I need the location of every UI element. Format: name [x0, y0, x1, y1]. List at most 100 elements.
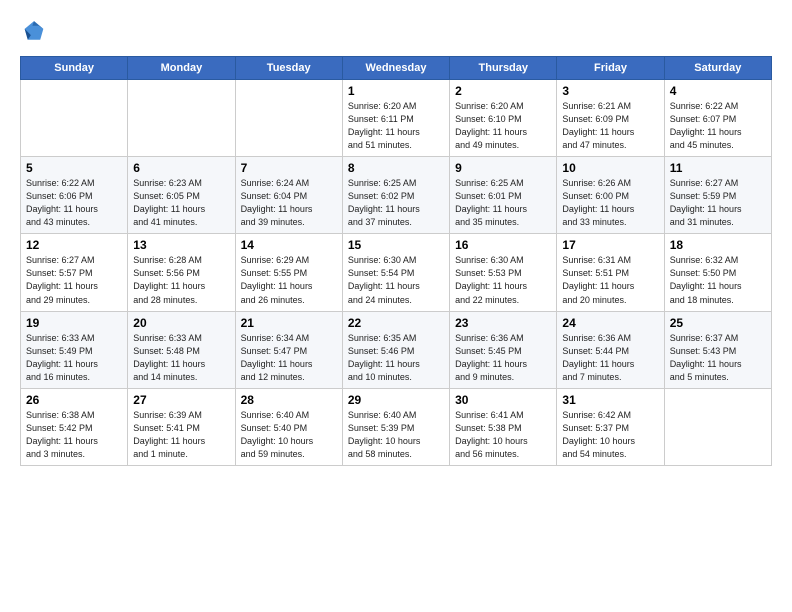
calendar-cell: 21Sunrise: 6:34 AM Sunset: 5:47 PM Dayli…: [235, 311, 342, 388]
day-info: Sunrise: 6:36 AM Sunset: 5:44 PM Dayligh…: [562, 332, 658, 384]
day-number: 6: [133, 161, 229, 175]
logo: [20, 18, 52, 46]
day-info: Sunrise: 6:24 AM Sunset: 6:04 PM Dayligh…: [241, 177, 337, 229]
calendar-cell: 6 Sunrise: 6:23 AM Sunset: 6:05 PM Daylig…: [128, 157, 235, 234]
day-number: 11: [670, 161, 766, 175]
calendar-cell: 17Sunrise: 6:31 AM Sunset: 5:51 PM Dayli…: [557, 234, 664, 311]
calendar-cell: 23Sunrise: 6:36 AM Sunset: 5:45 PM Dayli…: [450, 311, 557, 388]
calendar-cell: 22 Sunrise: 6:35 AM Sunset: 5:46 PM Dayli…: [342, 311, 449, 388]
day-number: 13: [133, 238, 229, 252]
day-info: Sunrise: 6:29 AM Sunset: 5:55 PM Dayligh…: [241, 254, 337, 306]
day-info: Sunrise: 6:30 AM Sunset: 5:54 PM Dayligh…: [348, 254, 444, 306]
day-info: Sunrise: 6:42 AM Sunset: 5:37 PM Dayligh…: [562, 409, 658, 461]
calendar-week-2: 5Sunrise: 6:22 AM Sunset: 6:06 PM Daylig…: [21, 157, 772, 234]
calendar-cell: 14Sunrise: 6:29 AM Sunset: 5:55 PM Dayli…: [235, 234, 342, 311]
day-number: 25: [670, 316, 766, 330]
day-info: Sunrise: 6:40 AM Sunset: 5:40 PM Dayligh…: [241, 409, 337, 461]
day-info: Sunrise: 6:33 AM Sunset: 5:48 PM Dayligh…: [133, 332, 229, 384]
weekday-header-wednesday: Wednesday: [342, 57, 449, 80]
calendar-cell: 7 Sunrise: 6:24 AM Sunset: 6:04 PM Daylig…: [235, 157, 342, 234]
weekday-header-monday: Monday: [128, 57, 235, 80]
header: [20, 18, 772, 46]
calendar-cell: 4 Sunrise: 6:22 AM Sunset: 6:07 PM Daylig…: [664, 80, 771, 157]
day-number: 7: [241, 161, 337, 175]
day-info: Sunrise: 6:32 AM Sunset: 5:50 PM Dayligh…: [670, 254, 766, 306]
calendar-cell: 9 Sunrise: 6:25 AM Sunset: 6:01 PM Daylig…: [450, 157, 557, 234]
calendar-cell: 1Sunrise: 6:20 AM Sunset: 6:11 PM Daylig…: [342, 80, 449, 157]
day-number: 29: [348, 393, 444, 407]
day-number: 5: [26, 161, 122, 175]
day-number: 10: [562, 161, 658, 175]
day-number: 9: [455, 161, 551, 175]
day-info: Sunrise: 6:36 AM Sunset: 5:45 PM Dayligh…: [455, 332, 551, 384]
calendar-cell: 28 Sunrise: 6:40 AM Sunset: 5:40 PM Dayli…: [235, 388, 342, 465]
day-number: 8: [348, 161, 444, 175]
calendar-table: SundayMondayTuesdayWednesdayThursdayFrid…: [20, 56, 772, 466]
day-number: 26: [26, 393, 122, 407]
day-number: 2: [455, 84, 551, 98]
weekday-header-saturday: Saturday: [664, 57, 771, 80]
calendar-cell: 24 Sunrise: 6:36 AM Sunset: 5:44 PM Dayli…: [557, 311, 664, 388]
day-number: 17: [562, 238, 658, 252]
day-info: Sunrise: 6:38 AM Sunset: 5:42 PM Dayligh…: [26, 409, 122, 461]
day-info: Sunrise: 6:27 AM Sunset: 5:59 PM Dayligh…: [670, 177, 766, 229]
weekday-header-tuesday: Tuesday: [235, 57, 342, 80]
calendar-cell: 29 Sunrise: 6:40 AM Sunset: 5:39 PM Dayli…: [342, 388, 449, 465]
calendar-cell: 2 Sunrise: 6:20 AM Sunset: 6:10 PM Daylig…: [450, 80, 557, 157]
day-info: Sunrise: 6:26 AM Sunset: 6:00 PM Dayligh…: [562, 177, 658, 229]
day-info: Sunrise: 6:33 AM Sunset: 5:49 PM Dayligh…: [26, 332, 122, 384]
day-info: Sunrise: 6:37 AM Sunset: 5:43 PM Dayligh…: [670, 332, 766, 384]
calendar-cell: [128, 80, 235, 157]
day-info: Sunrise: 6:25 AM Sunset: 6:01 PM Dayligh…: [455, 177, 551, 229]
day-info: Sunrise: 6:39 AM Sunset: 5:41 PM Dayligh…: [133, 409, 229, 461]
calendar-cell: 11 Sunrise: 6:27 AM Sunset: 5:59 PM Dayli…: [664, 157, 771, 234]
day-info: Sunrise: 6:22 AM Sunset: 6:07 PM Dayligh…: [670, 100, 766, 152]
day-info: Sunrise: 6:40 AM Sunset: 5:39 PM Dayligh…: [348, 409, 444, 461]
day-info: Sunrise: 6:23 AM Sunset: 6:05 PM Dayligh…: [133, 177, 229, 229]
day-number: 16: [455, 238, 551, 252]
day-number: 15: [348, 238, 444, 252]
day-number: 1: [348, 84, 444, 98]
calendar-cell: 27 Sunrise: 6:39 AM Sunset: 5:41 PM Dayli…: [128, 388, 235, 465]
day-number: 28: [241, 393, 337, 407]
calendar-cell: 20 Sunrise: 6:33 AM Sunset: 5:48 PM Dayli…: [128, 311, 235, 388]
day-number: 19: [26, 316, 122, 330]
logo-icon: [20, 18, 48, 46]
day-info: Sunrise: 6:27 AM Sunset: 5:57 PM Dayligh…: [26, 254, 122, 306]
calendar-cell: 30 Sunrise: 6:41 AM Sunset: 5:38 PM Dayli…: [450, 388, 557, 465]
calendar-week-3: 12 Sunrise: 6:27 AM Sunset: 5:57 PM Dayli…: [21, 234, 772, 311]
day-info: Sunrise: 6:28 AM Sunset: 5:56 PM Dayligh…: [133, 254, 229, 306]
calendar-cell: [21, 80, 128, 157]
calendar-cell: 25 Sunrise: 6:37 AM Sunset: 5:43 PM Dayli…: [664, 311, 771, 388]
day-number: 4: [670, 84, 766, 98]
day-number: 31: [562, 393, 658, 407]
calendar-cell: 3Sunrise: 6:21 AM Sunset: 6:09 PM Daylig…: [557, 80, 664, 157]
day-number: 22: [348, 316, 444, 330]
day-number: 18: [670, 238, 766, 252]
day-number: 12: [26, 238, 122, 252]
day-info: Sunrise: 6:41 AM Sunset: 5:38 PM Dayligh…: [455, 409, 551, 461]
calendar-cell: 18 Sunrise: 6:32 AM Sunset: 5:50 PM Dayli…: [664, 234, 771, 311]
day-number: 20: [133, 316, 229, 330]
calendar-cell: 5Sunrise: 6:22 AM Sunset: 6:06 PM Daylig…: [21, 157, 128, 234]
calendar-cell: 19 Sunrise: 6:33 AM Sunset: 5:49 PM Dayli…: [21, 311, 128, 388]
calendar-cell: 10 Sunrise: 6:26 AM Sunset: 6:00 PM Dayli…: [557, 157, 664, 234]
calendar-cell: 16 Sunrise: 6:30 AM Sunset: 5:53 PM Dayli…: [450, 234, 557, 311]
day-number: 27: [133, 393, 229, 407]
calendar-cell: 31 Sunrise: 6:42 AM Sunset: 5:37 PM Dayli…: [557, 388, 664, 465]
calendar-header-row: SundayMondayTuesdayWednesdayThursdayFrid…: [21, 57, 772, 80]
weekday-header-thursday: Thursday: [450, 57, 557, 80]
weekday-header-friday: Friday: [557, 57, 664, 80]
day-number: 24: [562, 316, 658, 330]
day-info: Sunrise: 6:30 AM Sunset: 5:53 PM Dayligh…: [455, 254, 551, 306]
weekday-header-sunday: Sunday: [21, 57, 128, 80]
calendar-week-4: 19 Sunrise: 6:33 AM Sunset: 5:49 PM Dayli…: [21, 311, 772, 388]
day-number: 3: [562, 84, 658, 98]
day-number: 30: [455, 393, 551, 407]
calendar-cell: 12 Sunrise: 6:27 AM Sunset: 5:57 PM Dayli…: [21, 234, 128, 311]
day-info: Sunrise: 6:35 AM Sunset: 5:46 PM Dayligh…: [348, 332, 444, 384]
day-info: Sunrise: 6:20 AM Sunset: 6:10 PM Dayligh…: [455, 100, 551, 152]
page: SundayMondayTuesdayWednesdayThursdayFrid…: [0, 0, 792, 612]
calendar-cell: 8Sunrise: 6:25 AM Sunset: 6:02 PM Daylig…: [342, 157, 449, 234]
calendar-cell: 26 Sunrise: 6:38 AM Sunset: 5:42 PM Dayli…: [21, 388, 128, 465]
